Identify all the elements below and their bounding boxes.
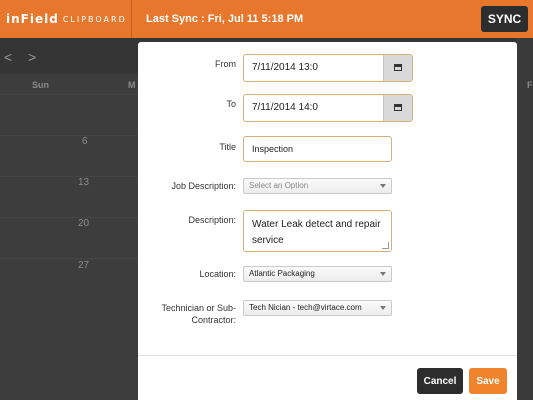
title-input[interactable]: Inspection: [243, 136, 392, 162]
save-button[interactable]: Save: [469, 368, 507, 394]
calendar-row-divider: [0, 94, 138, 95]
cancel-button[interactable]: Cancel: [417, 368, 463, 394]
to-label: To: [226, 99, 236, 109]
topbar-divider: [131, 0, 132, 38]
description-label: Description:: [188, 215, 236, 225]
location-value: Atlantic Packaging: [249, 269, 315, 278]
day-header-sun: Sun: [32, 80, 49, 90]
sync-button[interactable]: SYNC: [481, 6, 528, 32]
job-description-label: Job Description:: [171, 181, 236, 191]
calendar-day[interactable]: 13: [78, 177, 89, 188]
calendar-day[interactable]: 6: [82, 136, 88, 147]
resize-handle-icon[interactable]: [382, 242, 389, 249]
last-sync-status: Last Sync : Fri, Jul 11 5:18 PM: [146, 13, 304, 25]
technician-label: Technician or Sub-Contractor:: [161, 303, 236, 325]
title-input-value: Inspection: [252, 144, 294, 154]
chevron-down-icon: [380, 184, 386, 188]
day-header-fri: F: [527, 80, 533, 90]
modal-footer-divider: [138, 355, 517, 356]
calendar-icon: [394, 64, 402, 71]
app-logo: inField CLIPBOARD: [6, 12, 127, 26]
logo-sub: CLIPBOARD: [62, 15, 127, 24]
top-bar: inField CLIPBOARD Last Sync : Fri, Jul 11…: [0, 0, 533, 38]
calendar-row-divider: [0, 258, 138, 259]
calendar-icon: [394, 104, 402, 111]
calendar-row-divider: [0, 135, 138, 136]
to-datetime-value: 7/11/2014 14:0: [252, 102, 318, 113]
calendar-day[interactable]: 27: [78, 260, 89, 271]
from-datetime-value: 7/11/2014 13:0: [252, 62, 318, 73]
calendar-right-strip: [517, 38, 533, 400]
description-value: Water Leak detect and repair service: [252, 219, 381, 246]
from-datetime-field[interactable]: 7/11/2014 13:0: [243, 54, 413, 82]
to-datetime-field[interactable]: 7/11/2014 14:0: [243, 94, 413, 122]
from-label: From: [215, 59, 236, 69]
calendar-row-divider: [0, 217, 138, 218]
description-textarea[interactable]: Water Leak detect and repair service: [243, 210, 392, 252]
next-month-button[interactable]: >: [28, 49, 36, 65]
from-calendar-button[interactable]: [383, 55, 412, 81]
location-select[interactable]: Atlantic Packaging: [243, 266, 392, 282]
logo-main: inField: [6, 12, 59, 26]
location-label: Location:: [199, 269, 236, 279]
technician-select[interactable]: Tech Nician - tech@virtace.com: [243, 300, 392, 316]
technician-value: Tech Nician - tech@virtace.com: [249, 303, 362, 312]
day-header-mon: M: [128, 80, 136, 90]
job-description-value: Select an Option: [249, 181, 309, 190]
calendar-row-divider: [0, 176, 138, 177]
calendar-day[interactable]: 20: [78, 218, 89, 229]
chevron-down-icon: [380, 306, 386, 310]
chevron-down-icon: [380, 272, 386, 276]
to-calendar-button[interactable]: [383, 95, 412, 121]
prev-month-button[interactable]: <: [4, 49, 12, 65]
job-description-select[interactable]: Select an Option: [243, 178, 392, 194]
event-modal: From 7/11/2014 13:0 To 7/11/2014 14:0 Ti…: [138, 42, 517, 400]
title-label: Title: [219, 142, 236, 152]
